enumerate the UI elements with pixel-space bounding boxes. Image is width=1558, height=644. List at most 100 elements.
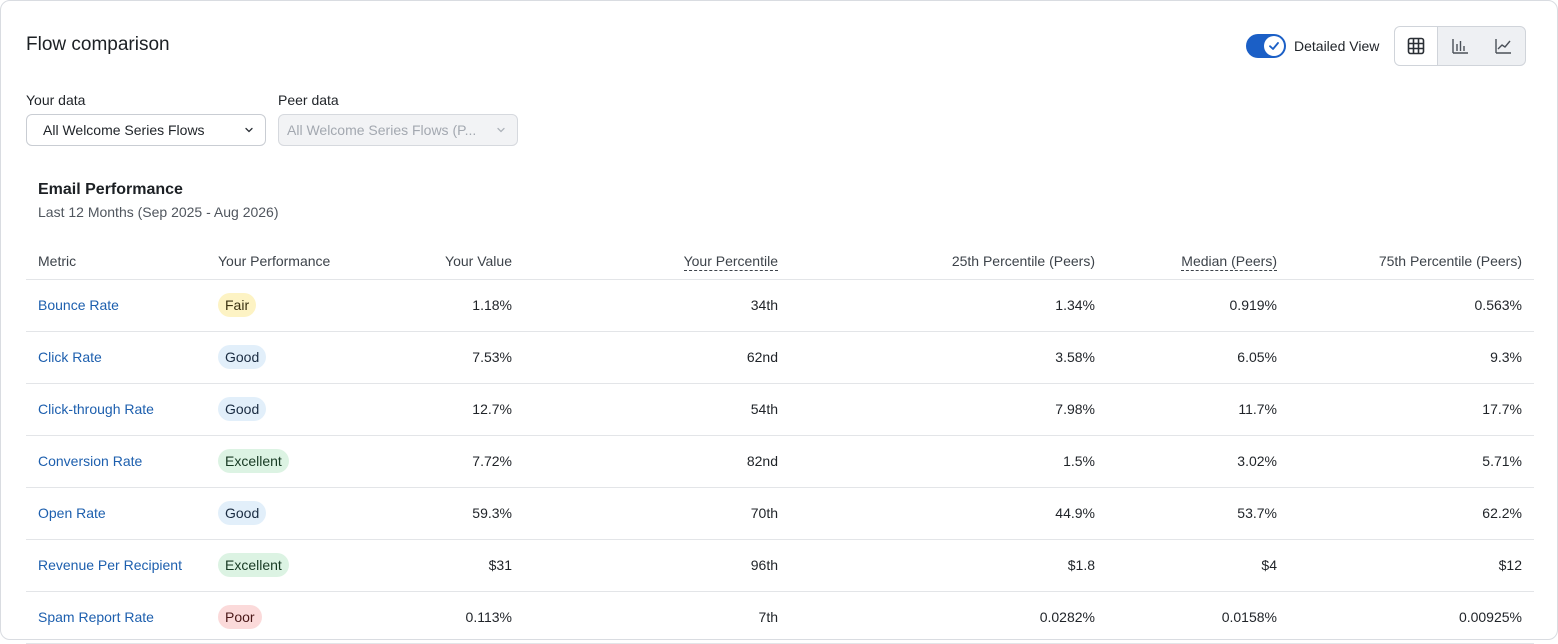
table-row: Click Rate Good 7.53% 62nd 3.58% 6.05% 9.3% <box>26 331 1534 384</box>
metric-link[interactable]: Conversion Rate <box>38 453 142 469</box>
metric-cell: Bounce Rate <box>26 279 206 332</box>
performance-cell: Fair <box>206 279 386 332</box>
your-percentile-cell: 34th <box>524 279 790 332</box>
column-header-your-performance: Your Performance <box>206 243 386 280</box>
column-header-25th-percentile: 25th Percentile (Peers) <box>790 243 1107 280</box>
your-percentile-cell: 54th <box>524 383 790 436</box>
metric-link[interactable]: Revenue Per Recipient <box>38 557 182 573</box>
table-row: Click-through Rate Good 12.7% 54th 7.98% 11.7… <box>26 383 1534 436</box>
p25-cell: 3.58% <box>790 331 1107 384</box>
table-icon <box>1407 37 1425 55</box>
median-cell: 6.05% <box>1107 331 1289 384</box>
p25-cell: 0.0282% <box>790 591 1107 644</box>
median-cell: 53.7% <box>1107 487 1289 540</box>
column-header-median[interactable]: Median (Peers) <box>1181 252 1277 271</box>
performance-table: Metric Your Performance Your Value Your … <box>26 243 1534 644</box>
your-value-cell: 0.113% <box>386 591 524 644</box>
column-header-your-value: Your Value <box>386 243 524 280</box>
metric-cell: Click-through Rate <box>26 383 206 436</box>
metric-cell: Spam Report Rate <box>26 591 206 644</box>
table-row: Spam Report Rate Poor 0.113% 7th 0.0282% 0.01… <box>26 591 1534 644</box>
performance-badge: Fair <box>218 293 257 317</box>
performance-cell: Excellent <box>206 539 386 592</box>
detailed-view-toggle-group: Detailed View <box>1246 34 1379 58</box>
p75-cell: 9.3% <box>1289 331 1534 384</box>
p75-cell: 0.00925% <box>1289 591 1534 644</box>
your-value-cell: 12.7% <box>386 383 524 436</box>
your-value-cell: 7.72% <box>386 435 524 488</box>
performance-cell: Good <box>206 487 386 540</box>
performance-badge: Good <box>218 501 267 525</box>
detailed-view-label: Detailed View <box>1294 38 1380 54</box>
peer-data-select[interactable]: All Welcome Series Flows (P... <box>278 114 518 146</box>
peer-data-value: All Welcome Series Flows (P... <box>287 122 477 138</box>
flow-comparison-card: Flow comparison Detailed View Your data … <box>0 0 1558 644</box>
table-row: Conversion Rate Excellent 7.72% 82nd 1.5% 3.0… <box>26 435 1534 488</box>
p75-cell: 0.563% <box>1289 279 1534 332</box>
p75-cell: 62.2% <box>1289 487 1534 540</box>
performance-cell: Excellent <box>206 435 386 488</box>
p25-cell: 44.9% <box>790 487 1107 540</box>
your-percentile-cell: 96th <box>524 539 790 592</box>
p25-cell: 1.34% <box>790 279 1107 332</box>
median-cell: 3.02% <box>1107 435 1289 488</box>
table-header-row: Metric Your Performance Your Value Your … <box>26 243 1534 280</box>
metric-link[interactable]: Spam Report Rate <box>38 609 154 625</box>
your-percentile-cell: 82nd <box>524 435 790 488</box>
section-subtitle: Last 12 Months (Sep 2025 - Aug 2026) <box>38 204 279 220</box>
median-cell: 0.0158% <box>1107 591 1289 644</box>
metric-cell: Conversion Rate <box>26 435 206 488</box>
line-chart-view-button[interactable] <box>1482 27 1525 65</box>
performance-cell: Good <box>206 383 386 436</box>
p25-cell: 1.5% <box>790 435 1107 488</box>
chevron-down-icon <box>497 127 505 133</box>
column-header-median-cell: Median (Peers) <box>1107 243 1289 280</box>
metric-link[interactable]: Bounce Rate <box>38 297 119 313</box>
column-header-75th-percentile: 75th Percentile (Peers) <box>1289 243 1534 280</box>
peer-data-label: Peer data <box>278 92 339 108</box>
performance-badge: Good <box>218 345 267 369</box>
your-percentile-cell: 7th <box>524 591 790 644</box>
your-value-cell: 1.18% <box>386 279 524 332</box>
p25-cell: $1.8 <box>790 539 1107 592</box>
column-header-your-percentile[interactable]: Your Percentile <box>683 252 778 271</box>
view-mode-switcher <box>1394 26 1526 66</box>
bar-chart-view-button[interactable] <box>1438 27 1481 65</box>
performance-badge: Good <box>218 397 267 421</box>
metric-cell: Open Rate <box>26 487 206 540</box>
your-percentile-cell: 70th <box>524 487 790 540</box>
median-cell: $4 <box>1107 539 1289 592</box>
detailed-view-toggle[interactable] <box>1246 34 1286 58</box>
performance-badge: Poor <box>218 605 262 629</box>
table-row: Open Rate Good 59.3% 70th 44.9% 53.7% 62.2% <box>26 487 1534 540</box>
performance-badge: Excellent <box>218 553 289 577</box>
performance-cell: Good <box>206 331 386 384</box>
performance-badge: Excellent <box>218 449 289 473</box>
performance-cell: Poor <box>206 591 386 644</box>
table-row: Revenue Per Recipient Excellent $31 96th $1.… <box>26 539 1534 592</box>
p75-cell: $12 <box>1289 539 1534 592</box>
column-header-your-percentile-cell: Your Percentile <box>524 243 790 280</box>
metric-link[interactable]: Click Rate <box>38 349 102 365</box>
table-view-button[interactable] <box>1395 27 1439 65</box>
your-data-select[interactable]: All Welcome Series Flows <box>26 114 266 146</box>
check-icon <box>1264 36 1284 56</box>
table-row: Bounce Rate Fair 1.18% 34th 1.34% 0.919% 0.563… <box>26 279 1534 332</box>
metric-link[interactable]: Click-through Rate <box>38 401 154 417</box>
column-header-metric: Metric <box>26 243 206 280</box>
metric-cell: Revenue Per Recipient <box>26 539 206 592</box>
your-value-cell: 7.53% <box>386 331 524 384</box>
your-data-value: All Welcome Series Flows <box>43 122 205 138</box>
your-data-label: Your data <box>26 92 86 108</box>
p75-cell: 5.71% <box>1289 435 1534 488</box>
line-chart-icon <box>1495 39 1512 54</box>
metric-cell: Click Rate <box>26 331 206 384</box>
metric-link[interactable]: Open Rate <box>38 505 106 521</box>
your-value-cell: 59.3% <box>386 487 524 540</box>
p75-cell: 17.7% <box>1289 383 1534 436</box>
your-percentile-cell: 62nd <box>524 331 790 384</box>
median-cell: 0.919% <box>1107 279 1289 332</box>
bar-chart-icon <box>1452 39 1468 54</box>
median-cell: 11.7% <box>1107 383 1289 436</box>
page-title: Flow comparison <box>26 34 170 55</box>
